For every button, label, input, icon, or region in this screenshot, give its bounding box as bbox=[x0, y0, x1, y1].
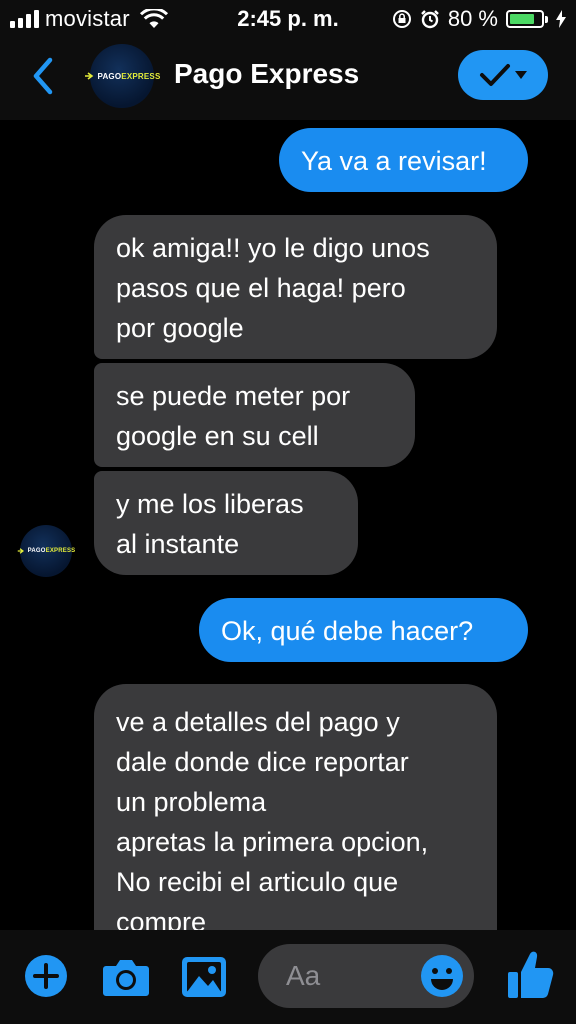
charging-bolt-icon bbox=[556, 10, 566, 28]
conversation-header: PAGOEXPRESS Pago Express bbox=[0, 38, 576, 120]
back-chevron-icon[interactable] bbox=[28, 56, 58, 96]
battery-percent: 80 % bbox=[447, 6, 498, 31]
pago-express-logo: PAGOEXPRESS bbox=[17, 548, 76, 554]
plus-icon[interactable] bbox=[24, 954, 68, 998]
alarm-icon bbox=[420, 10, 439, 29]
emoji-icon[interactable] bbox=[420, 954, 464, 998]
message-bubble-outgoing[interactable]: Ok, qué debe hacer? bbox=[199, 598, 528, 662]
battery-icon bbox=[506, 10, 548, 28]
dropdown-caret-icon bbox=[515, 71, 527, 79]
camera-icon[interactable] bbox=[102, 956, 150, 998]
message-bubble-incoming[interactable]: se puede meter por google en su cell bbox=[94, 363, 415, 467]
message-bubble-incoming[interactable]: ok amiga!! yo le digo unos pasos que el … bbox=[94, 215, 497, 359]
message-input-placeholder: Aa bbox=[286, 960, 321, 991]
contact-name[interactable]: Pago Express bbox=[174, 58, 359, 90]
contact-avatar[interactable]: PAGOEXPRESS bbox=[84, 44, 160, 108]
thumbs-up-icon[interactable] bbox=[506, 948, 554, 1000]
message-bubble-incoming[interactable]: ve a detalles del pago y dale donde dice… bbox=[94, 684, 497, 954]
gallery-icon[interactable] bbox=[181, 956, 227, 998]
orientation-lock-icon bbox=[392, 10, 411, 28]
pago-express-logo: PAGOEXPRESS bbox=[84, 72, 161, 81]
message-bubble-incoming[interactable]: y me los liberas al instante bbox=[94, 471, 358, 575]
message-input[interactable]: Aa bbox=[258, 944, 474, 1008]
checkmark-icon bbox=[480, 64, 510, 86]
status-bar: movistar 2:45 p. m. 80 % bbox=[0, 0, 576, 38]
message-bubble-outgoing[interactable]: Ya va a revisar! bbox=[279, 128, 528, 192]
status-right: 80 % bbox=[392, 6, 566, 32]
message-composer: Aa bbox=[0, 930, 576, 1024]
battery-fill bbox=[510, 14, 534, 24]
mark-resolved-button[interactable] bbox=[458, 50, 548, 100]
contact-avatar-small[interactable]: PAGOEXPRESS bbox=[17, 525, 75, 577]
